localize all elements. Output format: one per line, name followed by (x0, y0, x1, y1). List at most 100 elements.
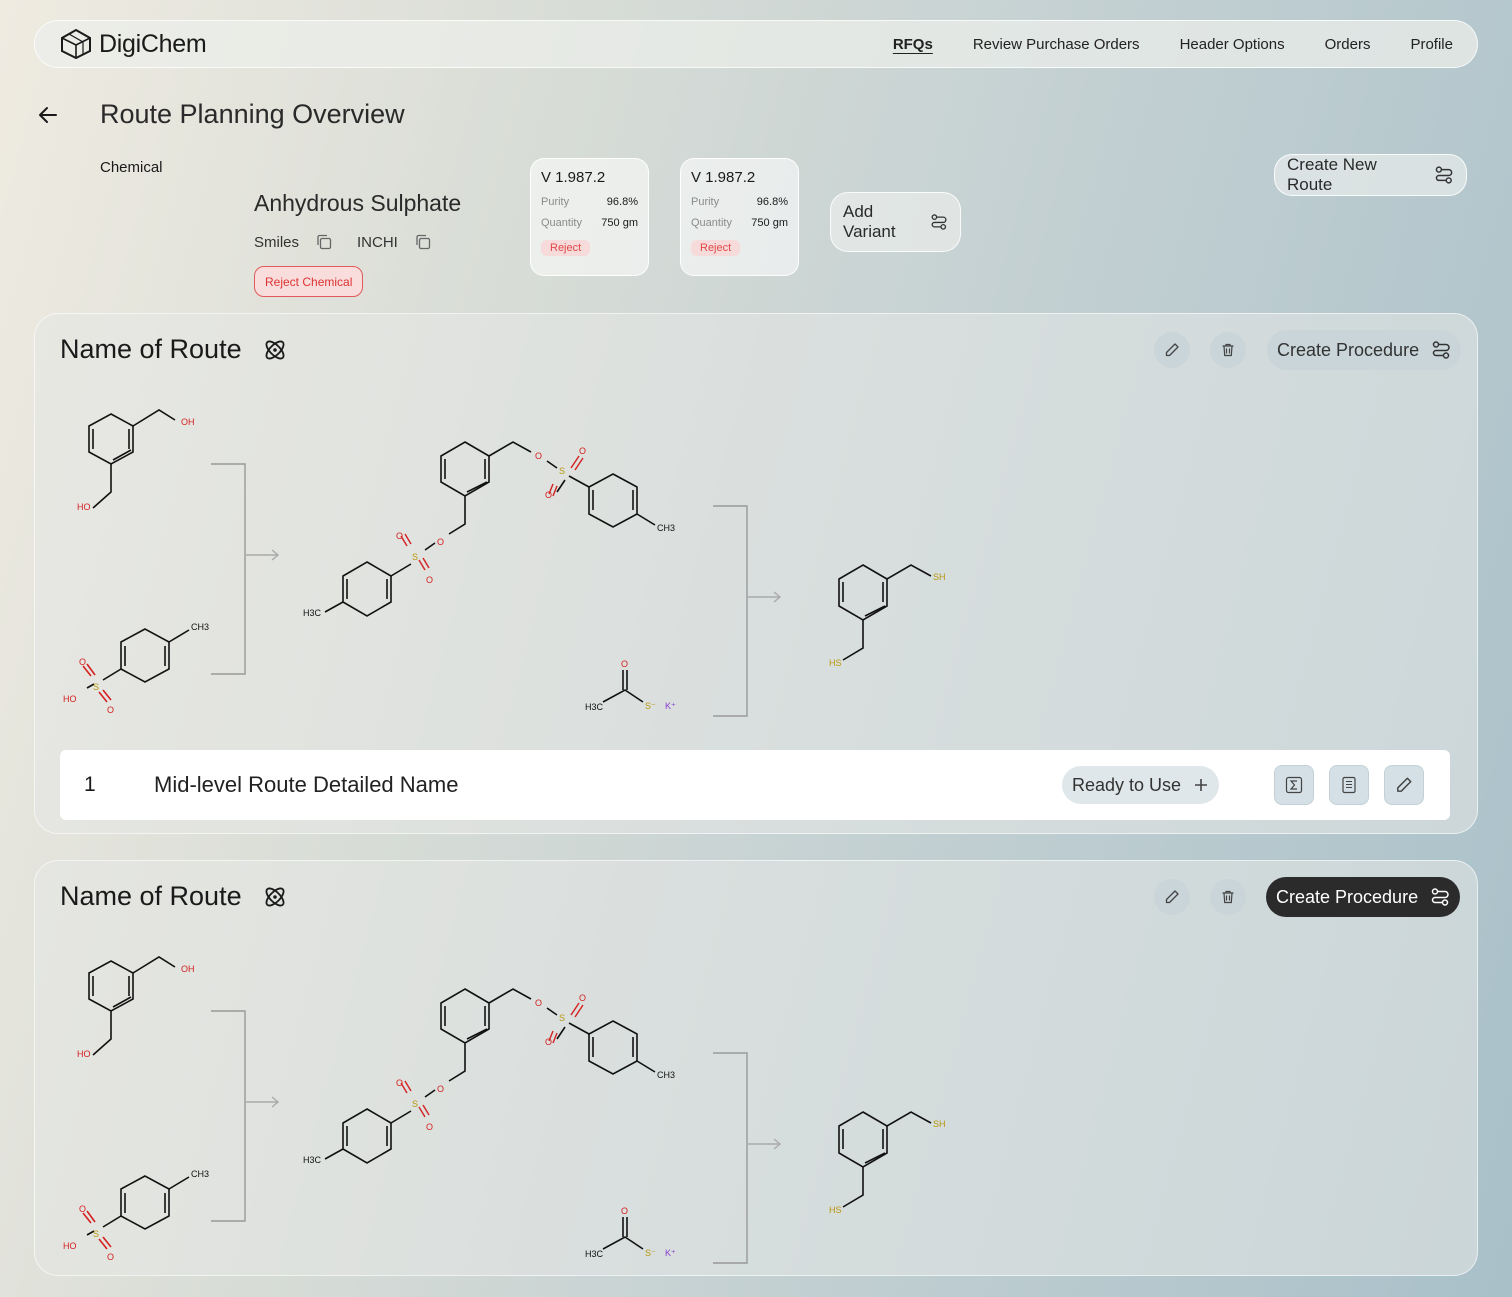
delete-route-button[interactable] (1210, 332, 1246, 368)
atom-label: CH3 (191, 622, 209, 632)
atom-icon (265, 340, 285, 359)
atom-label: CH3 (657, 523, 675, 533)
bracket-1 (211, 1010, 246, 1222)
delete-route-button[interactable] (1210, 879, 1246, 915)
create-new-route-label: Create New Route (1287, 155, 1377, 194)
route-name: Name of Route (60, 334, 242, 364)
reaction-diagram: OH HO CH3 S O O HO O S O O CH3 O S O O H… (63, 956, 946, 1264)
atom-icon (265, 887, 285, 906)
atom-label: SH (933, 1119, 946, 1129)
add-variant-button[interactable]: Add Variant (830, 192, 961, 252)
pencil-icon (1165, 343, 1179, 357)
atom-label: S (412, 1099, 418, 1109)
route-name: Name of Route (60, 881, 242, 911)
atom-label: O (545, 1037, 552, 1047)
atom-label: O (396, 531, 403, 541)
arrow-2 (747, 1138, 782, 1150)
thioacetate-molecule (602, 1217, 644, 1250)
inchi-label: INCHI (357, 233, 398, 251)
edit-sub-route-button[interactable] (1384, 765, 1424, 805)
atom-label: H3C (585, 702, 604, 712)
edit-route-button[interactable] (1154, 332, 1190, 368)
purity-label: Purity (691, 196, 720, 208)
atom-label: OH (181, 417, 195, 427)
quantity-value: 750 gm (751, 217, 788, 229)
atom-label: O (535, 451, 542, 461)
atom-label: H3C (303, 608, 322, 618)
arrow-2 (747, 591, 782, 603)
route-card: Name of Route Create Procedure OH HO CH3… (34, 860, 1478, 1276)
nav-rfqs[interactable]: RFQs (893, 36, 933, 53)
diol-molecule (88, 956, 176, 1056)
atom-label: O (579, 446, 586, 456)
create-new-route-button[interactable]: Create New Route (1274, 154, 1467, 196)
atom-label: O (545, 490, 552, 500)
atom-label: S⁻ (645, 701, 656, 711)
dithiol-molecule (838, 1111, 932, 1208)
chemical-name: Anhydrous Sulphate (254, 190, 462, 216)
sigma-icon (1285, 776, 1303, 794)
purity-value: 96.8% (606, 196, 638, 208)
variant-card[interactable]: V 1.987.2 Purity 96.8% Quantity 750 gm Rej… (680, 158, 799, 276)
copy-icon[interactable] (414, 233, 432, 251)
sub-route-row[interactable]: 1 Mid-level Route Detailed Name Ready to… (60, 750, 1450, 820)
nav-review-purchase-orders[interactable]: Review Purchase Orders (973, 36, 1140, 53)
top-nav: DigiChem RFQs Review Purchase Orders Hea… (34, 20, 1478, 68)
nav-profile[interactable]: Profile (1410, 36, 1453, 53)
atom-label: S (93, 1229, 99, 1239)
reject-variant-button[interactable]: Reject (541, 240, 591, 256)
pencil-icon (1165, 890, 1179, 904)
route-icon (1436, 166, 1453, 184)
route-icon (1431, 888, 1449, 906)
reaction-diagram: OH HO CH3 S O O HO O S O O CH3 O S O O H… (63, 409, 946, 717)
atom-label: CH3 (191, 1169, 209, 1179)
copy-icon[interactable] (315, 233, 333, 251)
smiles-label: Smiles (254, 233, 300, 251)
sub-route-name: Mid-level Route Detailed Name (154, 772, 459, 797)
page-title: Route Planning Overview (100, 99, 405, 129)
app-name: DigiChem (99, 29, 207, 58)
document-button[interactable] (1329, 765, 1369, 805)
atom-label: S (412, 552, 418, 562)
bracket-2 (713, 505, 748, 717)
purity-value: 96.8% (756, 196, 788, 208)
atom-label: O (535, 998, 542, 1008)
atom-label: O (579, 993, 586, 1003)
create-procedure-label: Create Procedure (1277, 339, 1420, 360)
create-procedure-button[interactable]: Create Procedure (1267, 330, 1462, 370)
atom-label: K⁺ (665, 701, 676, 711)
route-icon (1432, 341, 1450, 359)
trash-icon (1222, 343, 1234, 357)
reject-chemical-button[interactable]: Reject Chemical (254, 266, 364, 297)
hexagon-logo-icon (61, 28, 91, 60)
edit-route-button[interactable] (1154, 879, 1190, 915)
document-icon (1342, 776, 1356, 794)
arrow-left-icon[interactable] (36, 103, 60, 127)
nav-orders[interactable]: Orders (1325, 36, 1371, 53)
atom-label: S (559, 466, 565, 476)
ready-to-use-label: Ready to Use (1072, 774, 1182, 795)
atom-label: HO (63, 694, 77, 704)
app-logo[interactable]: DigiChem (59, 28, 207, 60)
atom-label: O (437, 537, 444, 547)
variant-card[interactable]: V 1.987.2 Purity 96.8% Quantity 750 gm Rej… (530, 158, 649, 276)
nav-header-options[interactable]: Header Options (1180, 36, 1285, 53)
variant-version: V 1.987.2 (691, 169, 756, 186)
create-procedure-button[interactable]: Create Procedure (1266, 877, 1461, 917)
quantity-value: 750 gm (601, 217, 638, 229)
atom-label: H3C (303, 1155, 322, 1165)
atom-label: OH (181, 964, 195, 974)
atom-label: S⁻ (645, 1248, 656, 1258)
ready-to-use-button[interactable]: Ready to Use (1062, 766, 1220, 804)
arrow-1 (245, 1096, 280, 1108)
atom-label: HS (829, 1205, 842, 1215)
route-card: Name of Route Create Procedure OH HO CH3… (34, 313, 1478, 834)
reject-variant-button[interactable]: Reject (691, 240, 741, 256)
variant-version: V 1.987.2 (541, 169, 606, 186)
atom-label: O (426, 1122, 433, 1132)
atom-label: O (396, 1078, 403, 1088)
atom-label: H3C (585, 1249, 604, 1259)
atom-label: SH (933, 572, 946, 582)
sigma-button[interactable] (1274, 765, 1314, 805)
ditosylate-molecule (324, 988, 656, 1164)
